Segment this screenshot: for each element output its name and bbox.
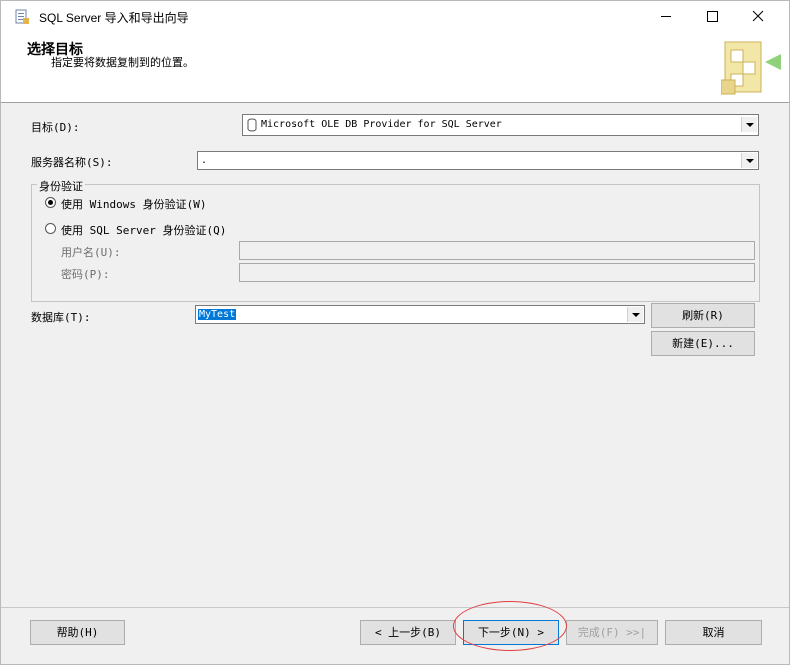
close-button[interactable] (735, 1, 781, 32)
cancel-button[interactable]: 取消 (665, 620, 762, 645)
database-value: MyTest (198, 309, 237, 320)
maximize-icon (707, 11, 718, 22)
new-database-button[interactable]: 新建(E)... (651, 331, 755, 356)
username-field (239, 241, 755, 260)
password-field (239, 263, 755, 282)
server-label: 服务器名称(S): (31, 156, 113, 169)
minimize-button[interactable] (643, 1, 689, 32)
windows-auth-label[interactable]: 使用 Windows 身份验证(W) (61, 196, 206, 212)
destination-combobox[interactable]: Microsoft OLE DB Provider for SQL Server (242, 114, 759, 136)
finish-button: 完成(F) >>| (566, 620, 658, 645)
database-value-wrap: MyTest (198, 309, 237, 320)
auth-group-label: 身份验证 (37, 178, 85, 194)
next-button[interactable]: 下一步(N) > (463, 620, 559, 645)
server-value: . (201, 155, 208, 166)
destination-value: Microsoft OLE DB Provider for SQL Server (261, 119, 502, 130)
destination-label: 目标(D): (31, 121, 80, 134)
username-label: 用户名(U): (61, 246, 121, 259)
sql-auth-radio[interactable] (45, 223, 56, 234)
chevron-down-icon[interactable] (741, 117, 757, 132)
close-icon (752, 10, 764, 22)
database-label: 数据库(T): (31, 311, 91, 324)
database-icon (247, 118, 257, 132)
password-label: 密码(P): (61, 268, 110, 281)
minimize-icon (661, 16, 671, 17)
database-combobox[interactable]: MyTest (195, 305, 645, 324)
title-bar: SQL Server 导入和导出向导 (1, 1, 789, 32)
wizard-banner-icon (721, 41, 781, 95)
back-button[interactable]: < 上一步(B) (360, 620, 456, 645)
help-button[interactable]: 帮助(H) (30, 620, 125, 645)
windows-auth-radio[interactable] (45, 197, 56, 208)
chevron-down-icon[interactable] (741, 153, 757, 168)
page-subtitle: 指定要将数据复制到的位置。 (51, 56, 194, 69)
sql-auth-label[interactable]: 使用 SQL Server 身份验证(Q) (61, 222, 226, 238)
footer-divider (1, 607, 789, 608)
refresh-button[interactable]: 刷新(R) (651, 303, 755, 328)
maximize-button[interactable] (689, 1, 735, 32)
server-combobox[interactable]: . (197, 151, 759, 170)
wizard-header: 选择目标 指定要将数据复制到的位置。 (1, 32, 789, 103)
wizard-window: SQL Server 导入和导出向导 选择目标 指定要将数据复制到的位置。 目标… (0, 0, 790, 665)
chevron-down-icon[interactable] (627, 307, 643, 322)
app-icon (15, 9, 29, 24)
window-title: SQL Server 导入和导出向导 (39, 11, 189, 25)
